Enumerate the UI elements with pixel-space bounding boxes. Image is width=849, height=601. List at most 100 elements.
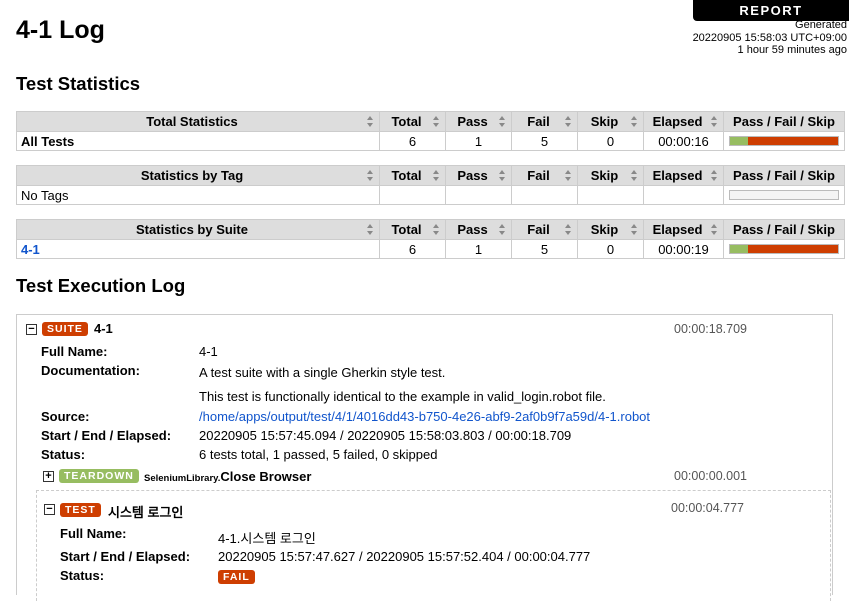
col-elapsed[interactable]: Elapsed	[643, 111, 724, 132]
times-value: 20220905 15:57:45.094 / 20220905 15:58:0…	[199, 428, 572, 443]
sort-icon	[367, 224, 374, 235]
suite-name[interactable]: 4-1	[94, 321, 113, 336]
table-header: Total Statistics Total Pass Fail Skip El…	[16, 111, 845, 132]
suite-elapsed: 00:00:18.709	[674, 322, 747, 336]
row-pass: 1	[445, 239, 512, 259]
status-key: Status:	[41, 447, 86, 462]
table-row[interactable]: All Tests 6 1 5 0 00:00:16	[16, 131, 845, 151]
test-full-name-value: 4-1.시스템 로그인	[218, 531, 316, 546]
sort-icon	[631, 170, 638, 181]
row-pass: 1	[445, 131, 512, 151]
suite-statistics-table: Statistics by Suite Total Pass Fail Skip…	[16, 219, 845, 259]
source-key: Source:	[41, 409, 90, 424]
col-skip[interactable]: Skip	[577, 111, 644, 132]
sort-icon	[433, 116, 440, 127]
collapse-toggle[interactable]: −	[26, 324, 37, 335]
col-fail[interactable]: Fail	[511, 111, 578, 132]
table-header: Statistics by Suite Total Pass Fail Skip…	[16, 219, 845, 240]
sort-icon	[711, 224, 718, 235]
full-name-key: Full Name:	[41, 344, 108, 359]
col-name[interactable]: Statistics by Suite	[16, 219, 380, 240]
col-elapsed[interactable]: Elapsed	[643, 165, 724, 186]
suite-element: − SUITE 4-1 00:00:18.709 Full Name: 4-1 …	[16, 314, 833, 601]
documentation-key: Documentation:	[41, 363, 140, 378]
suite-link[interactable]: 4-1	[21, 242, 40, 257]
test-elapsed: 00:00:04.777	[671, 501, 744, 515]
suite-label: SUITE	[42, 322, 88, 336]
teardown-elapsed: 00:00:00.001	[674, 469, 747, 483]
log-heading: Test Execution Log	[16, 275, 186, 296]
full-name-value: 4-1	[199, 344, 218, 359]
row-fail: 5	[511, 131, 578, 151]
col-skip[interactable]: Skip	[577, 165, 644, 186]
row-elapsed: 00:00:16	[643, 131, 724, 151]
row-total: 6	[379, 239, 446, 259]
sort-icon	[565, 116, 572, 127]
col-graph[interactable]: Pass / Fail / Skip	[723, 111, 845, 132]
table-row[interactable]: 4-1 6 1 5 0 00:00:19	[16, 239, 845, 259]
table-row: No Tags	[16, 185, 845, 205]
generated-info: Generated 20220905 15:58:03 UTC+09:00 1 …	[693, 19, 847, 57]
test-status-key: Status:	[60, 568, 105, 583]
col-graph[interactable]: Pass / Fail / Skip	[723, 219, 845, 240]
row-name: All Tests	[16, 131, 380, 151]
test-element: − TEST 시스템 로그인 00:00:04.777 Full Name: 4…	[36, 490, 831, 601]
sort-icon	[711, 170, 718, 181]
test-name[interactable]: 시스템 로그인	[108, 502, 183, 521]
sort-icon	[631, 116, 638, 127]
sort-icon	[499, 170, 506, 181]
col-pass[interactable]: Pass	[445, 111, 512, 132]
fail-segment	[748, 137, 838, 145]
col-skip[interactable]: Skip	[577, 219, 644, 240]
report-button[interactable]: REPORT	[693, 0, 849, 21]
col-total[interactable]: Total	[379, 165, 446, 186]
col-fail[interactable]: Fail	[511, 219, 578, 240]
pass-fail-bar	[729, 136, 839, 146]
keyword-name: Close Browser	[220, 469, 312, 484]
col-total[interactable]: Total	[379, 219, 446, 240]
sort-icon	[565, 224, 572, 235]
row-total: 6	[379, 131, 446, 151]
col-name[interactable]: Total Statistics	[16, 111, 380, 132]
col-pass[interactable]: Pass	[445, 165, 512, 186]
tag-statistics-table: Statistics by Tag Total Pass Fail Skip E…	[16, 165, 845, 205]
teardown-keyword[interactable]: SeleniumLibrary.Close Browser	[144, 469, 311, 484]
teardown-label: TEARDOWN	[59, 469, 139, 483]
pass-segment	[730, 245, 748, 253]
row-skip: 0	[577, 239, 644, 259]
generated-ago: 1 hour 59 minutes ago	[737, 44, 847, 56]
times-key: Start / End / Elapsed:	[41, 428, 172, 443]
col-graph[interactable]: Pass / Fail / Skip	[723, 165, 845, 186]
test-status-badge: FAIL	[218, 570, 255, 584]
source-link[interactable]: /home/apps/output/test/4/1/4016dd43-b750…	[199, 409, 650, 424]
test-times-key: Start / End / Elapsed:	[60, 549, 191, 564]
test-full-name-key: Full Name:	[60, 526, 127, 541]
sort-icon	[433, 170, 440, 181]
expand-toggle[interactable]: +	[43, 471, 54, 482]
stats-heading: Test Statistics	[16, 73, 141, 94]
col-name[interactable]: Statistics by Tag	[16, 165, 380, 186]
col-fail[interactable]: Fail	[511, 165, 578, 186]
row-skip: 0	[577, 131, 644, 151]
col-total[interactable]: Total	[379, 111, 446, 132]
empty-bar	[729, 190, 839, 200]
fail-segment	[748, 245, 838, 253]
row-name: No Tags	[16, 185, 380, 205]
col-pass[interactable]: Pass	[445, 219, 512, 240]
documentation-line-1: A test suite with a single Gherkin style…	[199, 365, 446, 380]
sort-icon	[565, 170, 572, 181]
library-name: SeleniumLibrary.	[144, 473, 221, 484]
sort-icon	[499, 116, 506, 127]
page-title: 4-1 Log	[16, 16, 105, 44]
generated-label: Generated	[795, 19, 847, 31]
status-value: 6 tests total, 1 passed, 5 failed, 0 ski…	[199, 447, 438, 462]
collapse-toggle[interactable]: −	[44, 504, 55, 515]
documentation-line-2: This test is functionally identical to t…	[199, 389, 606, 404]
sort-icon	[367, 116, 374, 127]
total-statistics-table: Total Statistics Total Pass Fail Skip El…	[16, 111, 845, 151]
pass-segment	[730, 137, 748, 145]
test-label: TEST	[60, 503, 101, 517]
sort-icon	[433, 224, 440, 235]
col-elapsed[interactable]: Elapsed	[643, 219, 724, 240]
pass-fail-bar	[729, 244, 839, 254]
